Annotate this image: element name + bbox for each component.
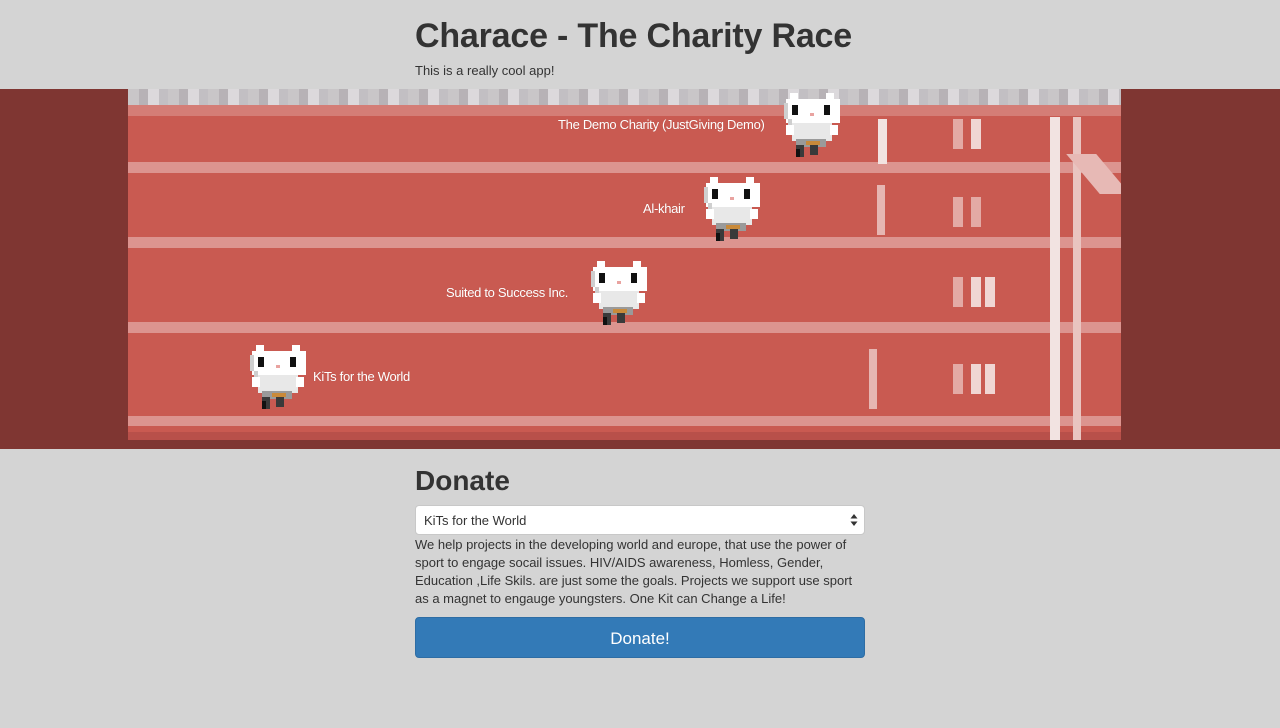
lane-number xyxy=(943,197,997,227)
track-stands xyxy=(128,89,1121,105)
updown-arrows-icon xyxy=(850,514,858,526)
lane-number xyxy=(943,119,997,149)
charity-select[interactable]: KiTs for the World xyxy=(415,505,865,535)
page-tagline: This is a really cool app! xyxy=(415,63,555,78)
charity-description: We help projects in the developing world… xyxy=(415,537,853,606)
finish-line xyxy=(1050,117,1060,440)
lane-line xyxy=(128,162,1121,173)
cat-runner-icon xyxy=(589,257,651,327)
race-banner: The Demo Charity (JustGiving Demo) Al-kh… xyxy=(0,89,1280,449)
donate-heading: Donate xyxy=(415,465,510,496)
donate-button[interactable]: Donate! xyxy=(415,617,865,658)
cat-runner-icon xyxy=(248,341,310,411)
runner-label: KiTs for the World xyxy=(313,369,410,384)
lane-line xyxy=(128,416,1121,426)
track-bottom xyxy=(128,432,1121,440)
charity-select-value: KiTs for the World xyxy=(424,513,527,528)
runner-label: Al-khair xyxy=(643,201,685,216)
lane-number xyxy=(943,277,997,307)
finish-line xyxy=(869,349,877,409)
finish-line xyxy=(878,119,887,164)
cat-runner-icon xyxy=(702,173,764,243)
lane-line xyxy=(128,237,1121,248)
page-title: Charace - The Charity Race xyxy=(415,17,852,55)
cat-runner-icon xyxy=(782,89,844,159)
runner-label: The Demo Charity (JustGiving Demo) xyxy=(558,117,765,132)
runner-label: Suited to Success Inc. xyxy=(446,285,569,300)
lane-number xyxy=(943,364,997,394)
track-edge xyxy=(128,105,1121,116)
race-track: The Demo Charity (JustGiving Demo) Al-kh… xyxy=(128,89,1121,440)
finish-line xyxy=(877,185,885,235)
